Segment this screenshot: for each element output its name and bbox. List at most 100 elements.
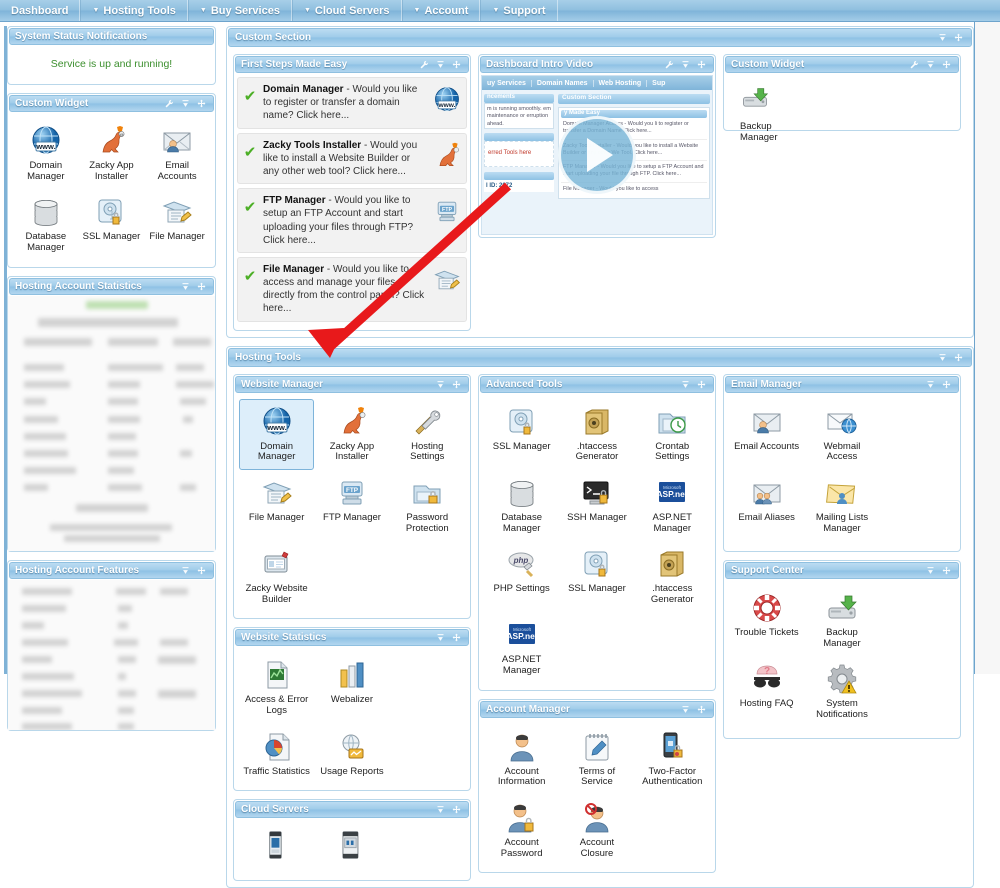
tool-zacky-app-installer[interactable]: @ Zacky App Installer	[79, 118, 145, 189]
move-icon[interactable]	[942, 60, 951, 69]
collapse-icon[interactable]	[926, 566, 935, 575]
tool-account-password[interactable]: Account Password	[484, 795, 559, 866]
tool-ssl-manager-2[interactable]: SSL Manager	[559, 541, 634, 612]
widget-header: Cloud Servers	[235, 801, 469, 818]
tool-backup-manager[interactable]: Backup Manager	[804, 585, 879, 656]
tool-aspnet-manager-2[interactable]: MicrosoftASP.net ASP.NET Manager	[484, 612, 559, 683]
tool-traffic-statistics[interactable]: Traffic Statistics	[239, 724, 314, 785]
move-icon[interactable]	[197, 99, 206, 108]
tool-account-information[interactable]: Account Information	[484, 724, 559, 795]
tool-usage-reports[interactable]: Usage Reports	[314, 724, 389, 785]
tool-email-accounts[interactable]: Email Accounts	[729, 399, 804, 470]
right-scroll-gutter[interactable]	[974, 22, 1000, 674]
collapse-icon[interactable]	[938, 353, 947, 362]
tool-database-manager[interactable]: Database Manager	[484, 470, 559, 541]
nav-item-dashboard[interactable]: Dashboard	[0, 0, 80, 21]
collapse-icon[interactable]	[181, 282, 190, 291]
tool-database-manager[interactable]: Database Manager	[13, 189, 79, 260]
nav-item-buy-services[interactable]: ▼Buy Services	[188, 0, 292, 21]
tool-label: SSH Manager	[567, 513, 627, 524]
move-icon[interactable]	[942, 566, 951, 575]
tool-file-manager[interactable]: File Manager	[144, 189, 210, 260]
tool-ssl-manager[interactable]: SSL Manager	[79, 189, 145, 260]
tool-label: ASP.NET Manager	[488, 655, 556, 676]
tool-domain-manager[interactable]: www. Domain Manager	[239, 399, 314, 470]
widget-title: Dashboard Intro Video	[486, 59, 665, 70]
tool-htaccess-generator[interactable]: .htaccess Generator	[559, 399, 634, 470]
wrench-icon[interactable]	[665, 60, 674, 69]
move-icon[interactable]	[197, 566, 206, 575]
first-step-item[interactable]: ✔ Domain Manager - Would you like to reg…	[237, 77, 467, 129]
collapse-icon[interactable]	[181, 566, 190, 575]
tool-terms-of-service[interactable]: Terms of Service	[559, 724, 634, 795]
globe-www-icon: www.	[29, 124, 63, 158]
tool-hosting-faq[interactable]: ? Hosting FAQ	[729, 656, 804, 727]
move-icon[interactable]	[697, 705, 706, 714]
move-icon[interactable]	[452, 60, 461, 69]
tool-aspnet-manager[interactable]: MicrosoftASP.net ASP.NET Manager	[635, 470, 710, 541]
tool-php-settings[interactable]: php PHP Settings	[484, 541, 559, 612]
move-icon[interactable]	[452, 380, 461, 389]
first-step-item[interactable]: ✔ File Manager - Would you like to acces…	[237, 257, 467, 322]
tool-mailing-lists-manager[interactable]: Mailing Lists Manager	[804, 470, 879, 541]
tool-two-factor-authentication[interactable]: Two-Factor Authentication	[635, 724, 710, 795]
tool-system-notifications[interactable]: System Notifications	[804, 656, 879, 727]
widget-first-steps: First Steps Made Easy ✔ Domain Manager -…	[233, 54, 471, 331]
nav-item-account[interactable]: ▼Account	[402, 0, 481, 21]
tool-password-protection[interactable]: Password Protection	[390, 470, 465, 541]
move-icon[interactable]	[697, 60, 706, 69]
first-step-item[interactable]: ✔ Zacky Tools Installer - Would you like…	[237, 133, 467, 185]
collapse-icon[interactable]	[681, 60, 690, 69]
tool-zacky-website-builder[interactable]: Zacky Website Builder	[239, 541, 314, 612]
tool-domain-manager[interactable]: www. Domain Manager	[13, 118, 79, 189]
tool-ssl-manager[interactable]: SSL Manager	[484, 399, 559, 470]
collapse-icon[interactable]	[926, 60, 935, 69]
widget-title: Account Manager	[486, 704, 681, 715]
tool-hosting-settings[interactable]: Hosting Settings	[390, 399, 465, 470]
tool-backup-manager[interactable]: Backup Manager	[729, 79, 815, 150]
move-icon[interactable]	[197, 282, 206, 291]
tool-account-closure[interactable]: Account Closure	[559, 795, 634, 866]
tool-htaccess-generator-2[interactable]: .htaccess Generator	[635, 541, 710, 612]
collapse-icon[interactable]	[436, 380, 445, 389]
tool-label: FTP Manager	[323, 513, 381, 524]
tool-crontab-settings[interactable]: Crontab Settings	[635, 399, 710, 470]
tool-webmail-access[interactable]: Webmail Access	[804, 399, 879, 470]
play-button[interactable]	[558, 116, 636, 194]
wrench-icon[interactable]	[420, 60, 429, 69]
collapse-icon[interactable]	[938, 33, 947, 42]
nav-item-cloud-servers[interactable]: ▼Cloud Servers	[292, 0, 402, 21]
collapse-icon[interactable]	[681, 705, 690, 714]
move-icon[interactable]	[452, 805, 461, 814]
tool-ftp-manager[interactable]: FTP FTP Manager	[314, 470, 389, 541]
tool-trouble-tickets[interactable]: Trouble Tickets	[729, 585, 804, 656]
tool-ssh-manager[interactable]: SSH Manager	[559, 470, 634, 541]
widget-custom-widget-right: Custom Widget Backup Manager	[723, 54, 961, 131]
nav-item-support[interactable]: ▼Support	[480, 0, 557, 21]
collapse-icon[interactable]	[436, 60, 445, 69]
move-icon[interactable]	[942, 380, 951, 389]
collapse-icon[interactable]	[681, 380, 690, 389]
collapse-icon[interactable]	[436, 633, 445, 642]
tool-access-error-logs[interactable]: Access & Error Logs	[239, 652, 314, 723]
tool-cloud-server-grey[interactable]	[314, 824, 389, 874]
tool-zacky-app-installer[interactable]: Zacky App Installer	[314, 399, 389, 470]
first-step-item[interactable]: ✔ FTP Manager - Would you like to setup …	[237, 188, 467, 253]
tool-cloud-server-blue[interactable]	[239, 824, 314, 874]
wrench-icon[interactable]	[910, 60, 919, 69]
widget-title: System Status Notifications	[15, 31, 208, 42]
collapse-icon[interactable]	[181, 99, 190, 108]
tool-email-aliases[interactable]: Email Aliases	[729, 470, 804, 541]
wrench-icon[interactable]	[165, 99, 174, 108]
tool-webalizer[interactable]: Webalizer	[314, 652, 389, 723]
video-player[interactable]: uy Services Domain Names Web Hosting Sup…	[481, 75, 713, 235]
move-icon[interactable]	[697, 380, 706, 389]
nav-item-hosting-tools[interactable]: ▼Hosting Tools	[80, 0, 187, 21]
collapse-icon[interactable]	[926, 380, 935, 389]
collapse-icon[interactable]	[436, 805, 445, 814]
move-icon[interactable]	[954, 33, 963, 42]
tool-file-manager[interactable]: File Manager	[239, 470, 314, 541]
move-icon[interactable]	[452, 633, 461, 642]
tool-email-accounts[interactable]: Email Accounts	[144, 118, 210, 189]
move-icon[interactable]	[954, 353, 963, 362]
